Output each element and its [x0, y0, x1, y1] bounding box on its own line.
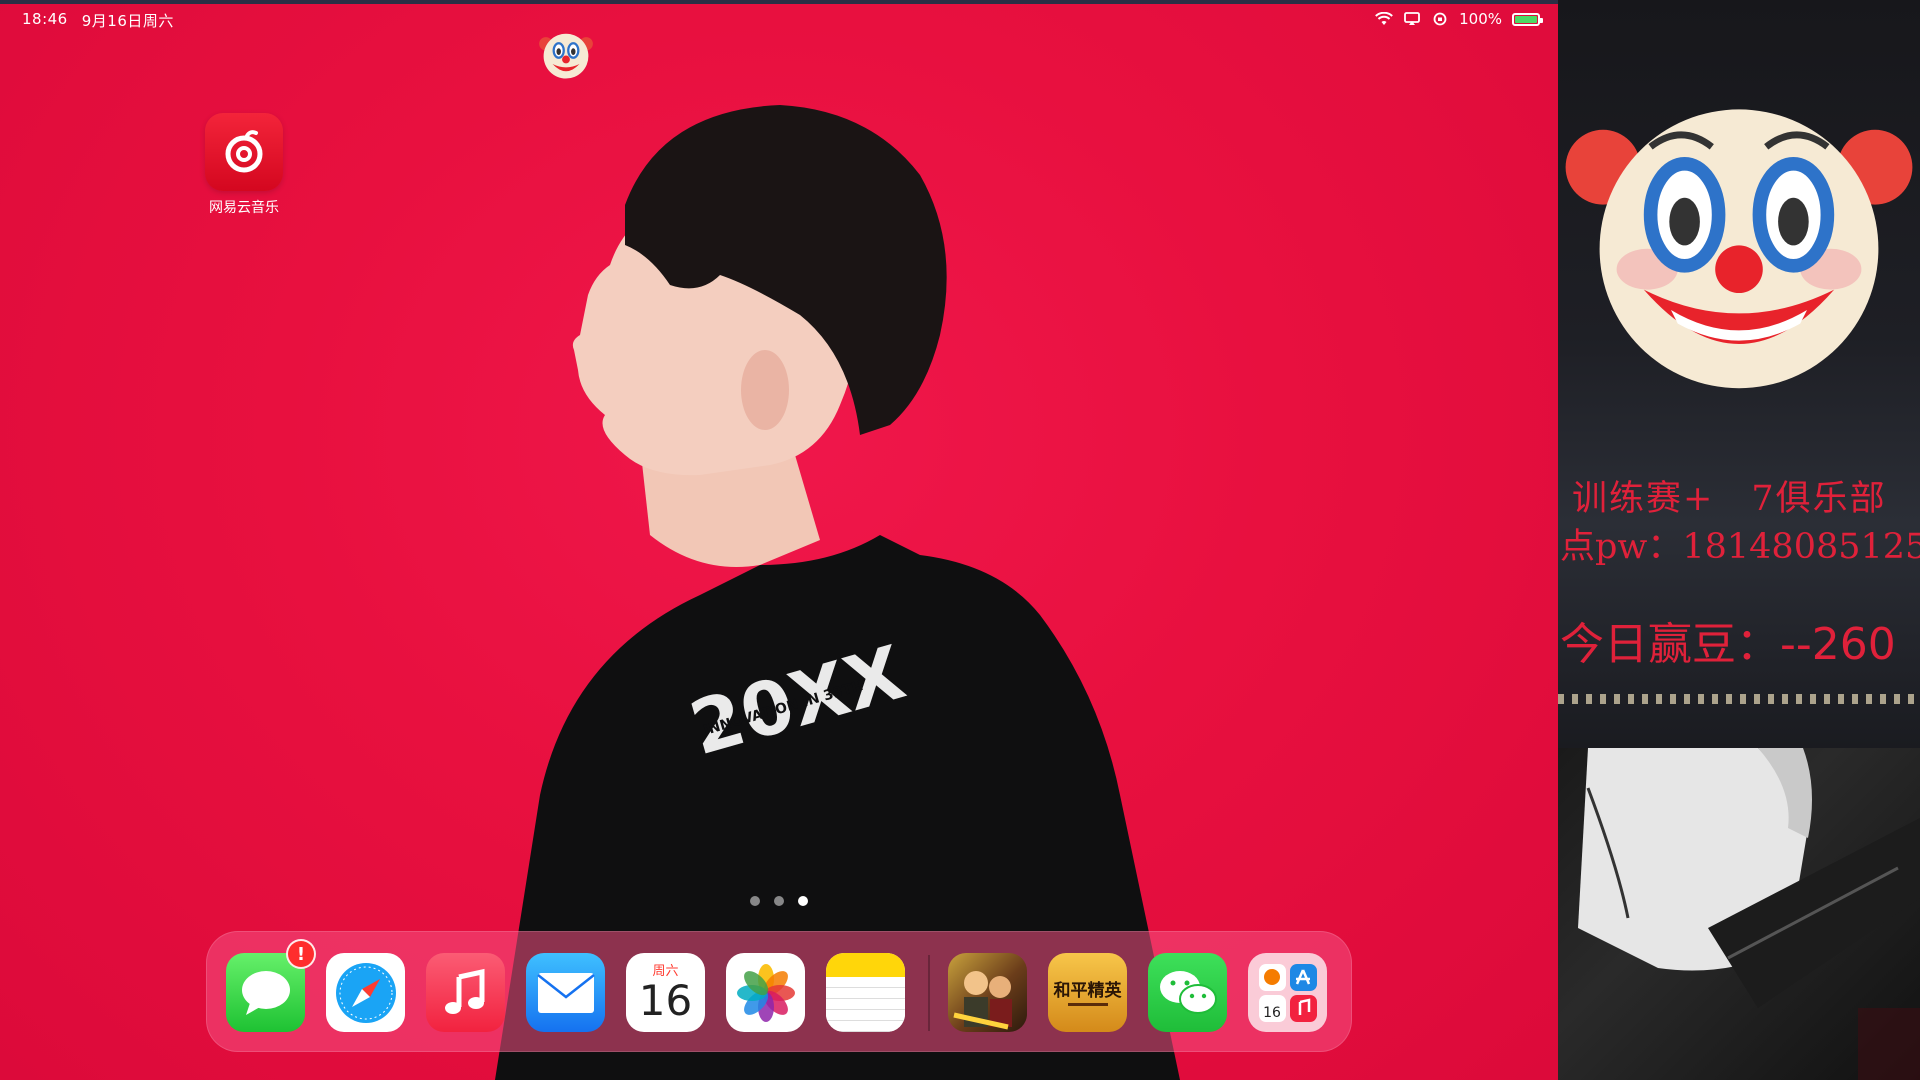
notification-badge: ! [286, 939, 316, 969]
dock-calendar[interactable]: 周六 16 [626, 953, 705, 1032]
wechat-icon [1159, 970, 1217, 1014]
stream-overlay-panel: 训练赛+ 7俱乐部 点pw：18148085125 今日赢豆：--260 [1558, 0, 1920, 748]
dock-notes[interactable] [826, 953, 905, 1032]
status-date: 9月16日周六 [81, 12, 174, 30]
mini-calendar-day: 16 [1263, 1005, 1281, 1021]
overlay-beans-text: 今日赢豆：--260 [1560, 619, 1896, 670]
messages-icon [241, 970, 290, 1015]
game-title: 和平精英 [1053, 981, 1122, 1001]
safari-icon [335, 962, 396, 1023]
calendar-day: 16 [638, 976, 693, 1025]
netease-music-icon[interactable] [205, 113, 283, 191]
dock-photos[interactable] [726, 953, 805, 1032]
status-bar-right: 100% [1375, 10, 1543, 28]
dock-pubg[interactable] [948, 953, 1027, 1032]
game-icon [953, 971, 1012, 1030]
dock: ! 周六 16 和平精英 16 [206, 931, 1352, 1052]
app-netease-music[interactable]: 网易云音乐 [205, 113, 283, 217]
status-time: 18:46 [22, 10, 68, 28]
photos-icon [736, 963, 795, 1022]
screen-mirror-icon [1404, 12, 1421, 25]
battery-percent: 100% [1459, 10, 1502, 28]
battery-icon [1512, 12, 1543, 26]
clown-emoji-icon [1565, 109, 1913, 389]
dock-mail[interactable] [526, 953, 605, 1032]
dock-wechat[interactable] [1148, 953, 1227, 1032]
overlay-password-text: 点pw：18148085125 [1560, 527, 1920, 567]
orientation-lock-icon [1433, 12, 1447, 26]
dock-music[interactable] [426, 953, 505, 1032]
clown-emoji-icon [539, 33, 593, 79]
city-lights-strip [1558, 694, 1920, 704]
webcam-person [1578, 748, 1920, 1080]
webcam-feed [1558, 748, 1920, 1080]
page-dot[interactable] [774, 896, 784, 906]
page-dot-active[interactable] [798, 896, 808, 906]
page-dot[interactable] [750, 896, 760, 906]
notes-icon [826, 953, 905, 977]
page-indicator[interactable] [750, 896, 808, 906]
status-bar-left: 18:46 9月16日周六 [22, 10, 174, 31]
wifi-icon [1375, 12, 1393, 25]
dock-safari[interactable] [326, 953, 405, 1032]
music-icon [444, 968, 484, 1014]
app-label: 网易云音乐 [209, 200, 279, 216]
dock-separator [928, 955, 930, 1031]
game-icon [1067, 1003, 1108, 1006]
ipad-screen: 18:46 9月16日周六 100% 网易云音乐 20XX INNOVATION… [0, 0, 1558, 1080]
dock-game-for-peace[interactable]: 和平精英 [1048, 953, 1127, 1032]
app-library-icon: 16 [1258, 963, 1317, 1022]
overlay-training-text: 训练赛+ 7俱乐部 [1572, 479, 1887, 519]
mail-icon [536, 972, 595, 1013]
top-edge-bar [0, 0, 1558, 4]
dock-app-library[interactable]: 16 [1248, 953, 1327, 1032]
